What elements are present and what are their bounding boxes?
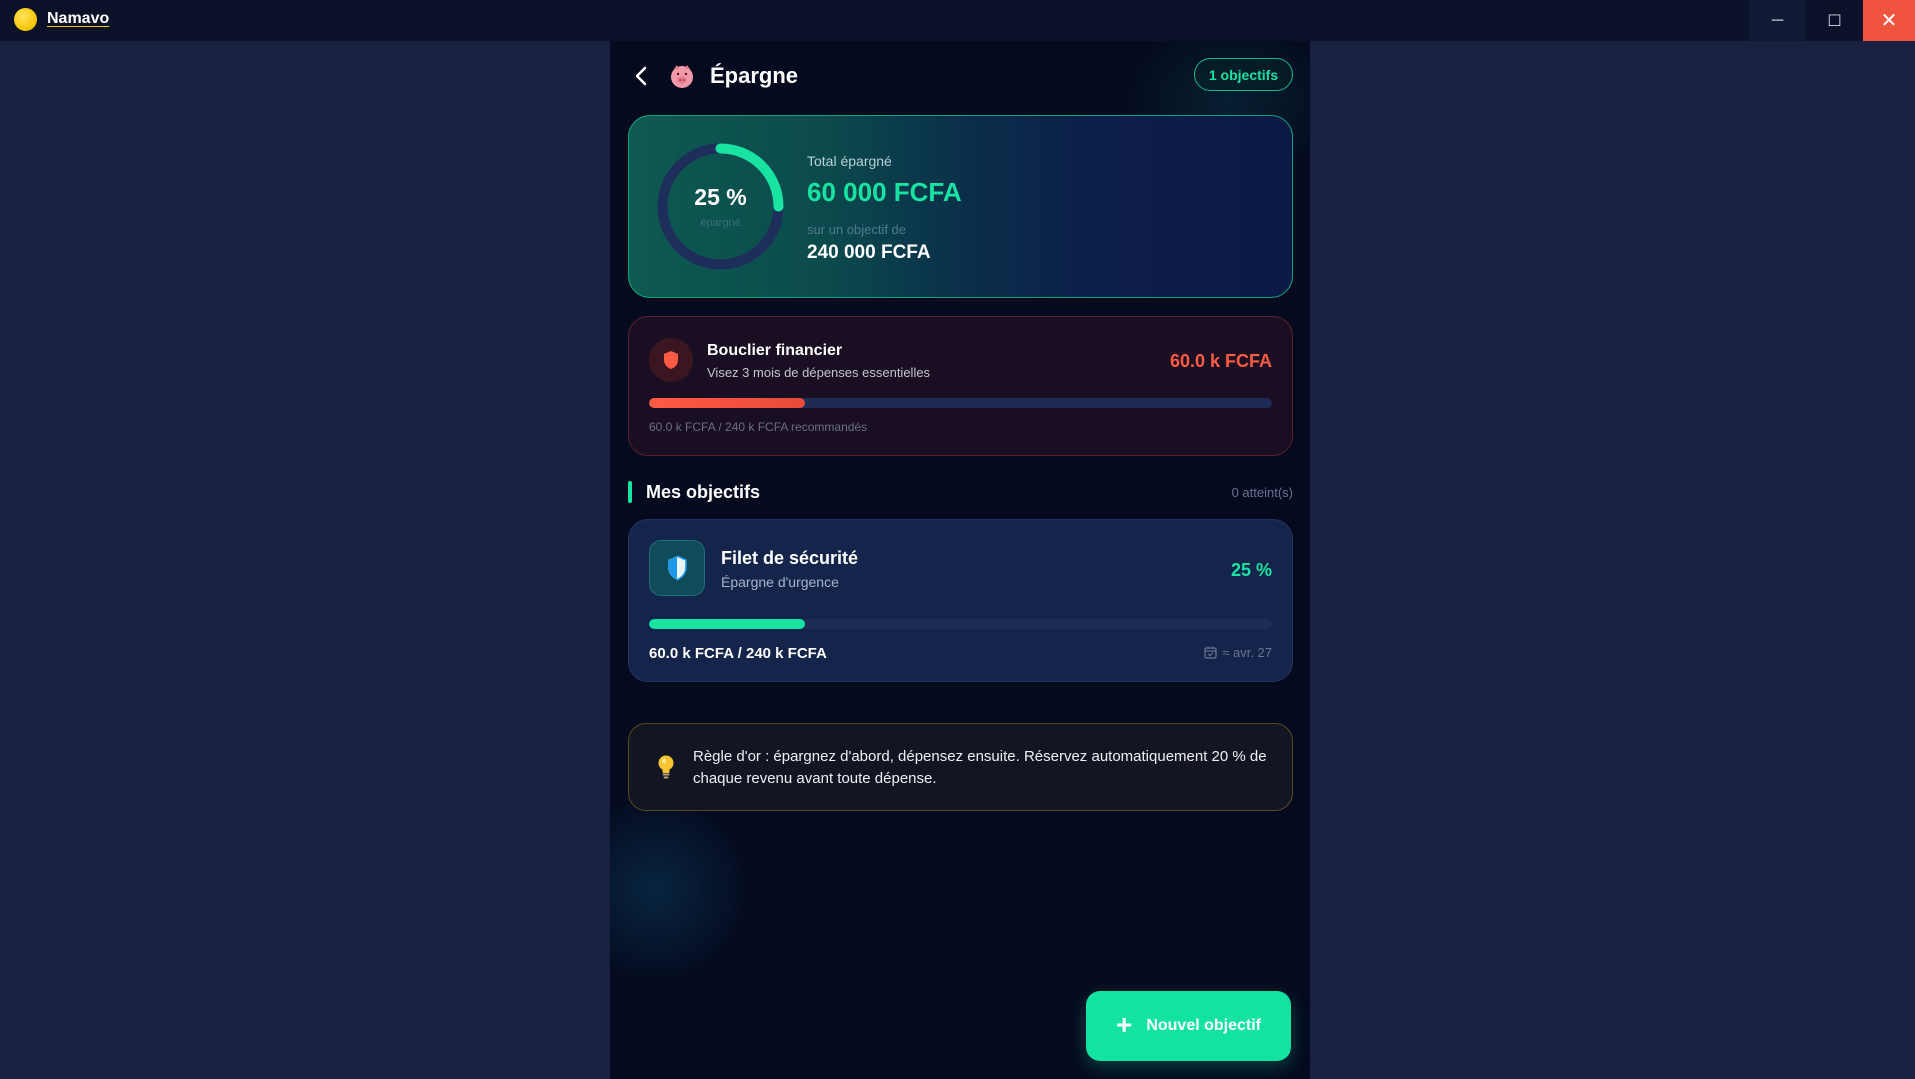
goal-percent: 25 % (1230, 560, 1272, 580)
shield-title: Bouclier financier (707, 342, 843, 359)
tip-card: Règle d'or : épargnez d'abord, dépensez … (628, 723, 1293, 811)
shield-footer: 60.0 k FCFA / 240 k FCFA recommandés (649, 420, 868, 434)
coin-icon (14, 8, 37, 31)
goal-icon-container (649, 540, 705, 596)
goal-card[interactable]: Filet de sécurité Épargne d'urgence 25 %… (628, 519, 1293, 682)
new-goal-label: Nouvel objectif (1146, 1017, 1262, 1034)
maximize-button[interactable]: ☐ (1806, 0, 1863, 41)
goals-achieved-count: 0 atteint(s) (1231, 485, 1293, 500)
close-button[interactable]: ✕ (1863, 0, 1915, 41)
total-saved-label: Total épargné (807, 153, 892, 169)
financial-shield-card[interactable]: Bouclier financier Visez 3 mois de dépen… (628, 316, 1293, 456)
goals-count-badge: 1 objectifs (1194, 58, 1293, 91)
shield-amount: 60.0 k FCFA (1169, 351, 1272, 371)
goal-amount: 60.0 k FCFA / 240 k FCFA (649, 645, 827, 662)
page-header: Épargne 1 objectifs (610, 41, 1310, 109)
app-title[interactable]: Namavo (47, 10, 109, 28)
minimize-button[interactable]: ─ (1749, 0, 1806, 41)
target-amount: 240 000 FCFA (807, 242, 931, 263)
shield-half-icon (668, 555, 687, 581)
shield-subtitle: Visez 3 mois de dépenses essentielles (707, 365, 931, 380)
shield-icon-container (649, 338, 693, 382)
goal-date: ≈ avr. 27 (1204, 645, 1272, 660)
goal-title: Filet de sécurité (721, 548, 859, 568)
piggy-bank-icon (671, 65, 693, 88)
goal-subtitle: Épargne d'urgence (721, 574, 839, 590)
shield-progress-fill (649, 398, 805, 408)
savings-percent: 25 % (694, 184, 747, 210)
target-label: sur un objectif de (807, 222, 907, 237)
goal-progress-bar (649, 619, 1272, 629)
calendar-icon (1204, 646, 1217, 659)
section-accent-bar (628, 481, 632, 503)
new-goal-button[interactable]: + Nouvel objectif (1086, 991, 1291, 1061)
page-title: Épargne (710, 63, 799, 88)
goal-date-text: ≈ avr. 27 (1222, 645, 1272, 660)
total-savings-card: 25 % épargné Total épargné 60 000 FCFA s… (628, 115, 1293, 298)
total-saved-amount: 60 000 FCFA (807, 177, 962, 207)
goals-section-title: Mes objectifs (646, 482, 761, 502)
window-titlebar: Namavo ─ ☐ ✕ (0, 0, 1915, 41)
savings-percent-caption: épargné (700, 217, 741, 229)
app-panel: Épargne 1 objectifs 25 % épargné Total é… (610, 41, 1310, 1079)
shield-icon (664, 351, 678, 369)
lightbulb-icon (658, 755, 674, 779)
chevron-left-icon[interactable] (630, 61, 652, 91)
shield-progress-bar (649, 398, 1272, 408)
plus-icon: + (1115, 1008, 1133, 1040)
tip-text: Règle d'or : épargnez d'abord, dépensez … (693, 748, 1267, 787)
goal-progress-fill (649, 619, 805, 629)
